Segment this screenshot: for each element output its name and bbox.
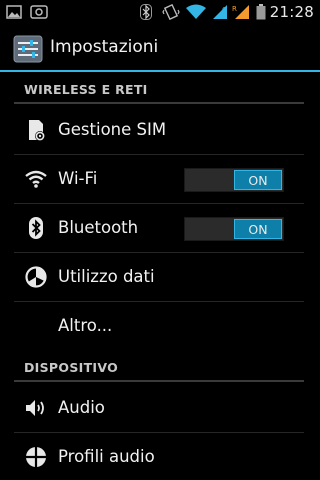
wifi-icon: [25, 170, 47, 188]
picture-icon: [6, 5, 22, 19]
section-title: WIRELESS E RETI: [24, 82, 148, 97]
sim-icon: [29, 120, 45, 141]
section-header-device: DISPOSITIVO: [14, 354, 304, 382]
settings-item-label: Wi-Fi: [58, 169, 98, 188]
bluetooth-icon: [29, 217, 43, 239]
svg-text:R: R: [232, 5, 237, 13]
signal-icon: G: [213, 5, 227, 19]
settings-item-label: Bluetooth: [58, 218, 139, 237]
settings-item-data-usage[interactable]: Utilizzo dati: [14, 253, 304, 302]
settings-item-sim[interactable]: Gestione SIM: [14, 106, 304, 155]
settings-item-label: Profili audio: [58, 447, 155, 466]
section-title: DISPOSITIVO: [24, 360, 119, 375]
settings-item-bluetooth[interactable]: Bluetooth ON: [14, 204, 304, 253]
bluetooth-icon: [140, 4, 152, 20]
settings-item-more[interactable]: Altro...: [14, 302, 304, 351]
wifi-icon: [186, 4, 206, 19]
action-bar: Impostazioni: [0, 25, 320, 72]
status-bar: G R 21:28: [0, 0, 320, 25]
settings-item-label: Audio: [58, 398, 105, 417]
audio-profiles-icon: [25, 446, 47, 468]
vibrate-icon: [162, 4, 180, 20]
settings-item-label: Altro...: [58, 316, 113, 335]
settings-item-audio[interactable]: Audio: [14, 384, 304, 433]
settings-app-icon[interactable]: [13, 35, 43, 63]
settings-item-label: Gestione SIM: [58, 120, 167, 139]
bluetooth-toggle[interactable]: ON: [184, 217, 284, 241]
status-clock: 21:28: [269, 3, 314, 21]
toggle-knob: ON: [234, 219, 282, 239]
svg-text:G: G: [222, 6, 227, 14]
signal-roaming-icon: R: [232, 5, 249, 19]
battery-icon: [256, 4, 266, 20]
android-screenshot-icon: [30, 5, 48, 19]
settings-item-audio-profiles[interactable]: Profili audio: [14, 433, 304, 480]
speaker-icon: [26, 400, 44, 416]
page-title: Impostazioni: [50, 37, 159, 57]
toggle-knob: ON: [234, 170, 282, 190]
wifi-toggle[interactable]: ON: [184, 168, 284, 192]
section-header-wireless: WIRELESS E RETI: [14, 76, 304, 104]
settings-item-label: Utilizzo dati: [58, 267, 155, 286]
toggle-state: ON: [248, 173, 268, 188]
toggle-state: ON: [248, 222, 268, 237]
settings-item-wifi[interactable]: Wi-Fi ON: [14, 155, 304, 204]
data-usage-icon: [25, 266, 47, 288]
